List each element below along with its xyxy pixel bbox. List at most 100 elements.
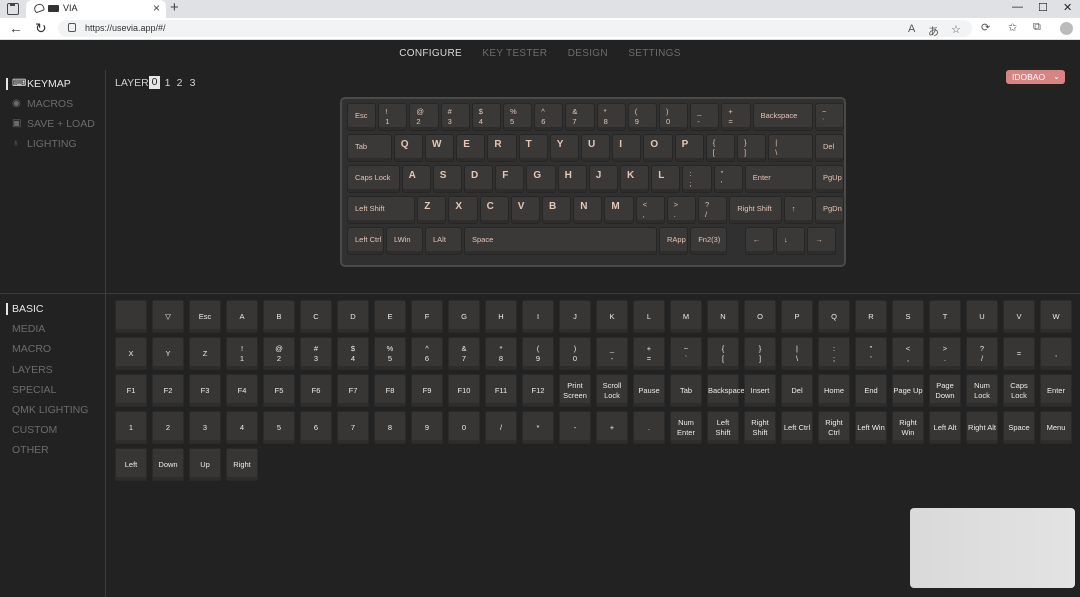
key-backspace[interactable]: Backspace bbox=[752, 103, 813, 131]
close-window-icon[interactable]: ✕ bbox=[1063, 1, 1072, 14]
key-enter[interactable]: Enter bbox=[744, 165, 813, 193]
keycode-4[interactable]: $4 bbox=[337, 337, 369, 370]
key-space[interactable]: Space bbox=[464, 227, 657, 255]
key-symbol[interactable]: ← bbox=[744, 227, 774, 255]
key-pgup[interactable]: PgUp bbox=[815, 165, 845, 193]
favorite-star-icon[interactable]: ☆ bbox=[951, 23, 961, 36]
keycode-k[interactable]: K bbox=[596, 300, 628, 333]
keycode-left-win[interactable]: Left Win bbox=[855, 411, 887, 444]
new-tab-icon[interactable]: + bbox=[170, 0, 179, 16]
key-rapp[interactable]: RApp bbox=[659, 227, 689, 255]
layer-2-button[interactable]: 2 bbox=[174, 77, 185, 90]
keycode-4[interactable]: 4 bbox=[226, 411, 258, 444]
keycode-right-shift[interactable]: Right Shift bbox=[744, 411, 776, 444]
keycode-r[interactable]: R bbox=[855, 300, 887, 333]
tab-configure[interactable]: CONFIGURE bbox=[399, 40, 462, 68]
keycode-m[interactable]: M bbox=[670, 300, 702, 333]
keycode-0[interactable]: 0 bbox=[448, 411, 480, 444]
close-tab-icon[interactable]: × bbox=[153, 1, 160, 15]
key-esc[interactable]: Esc bbox=[347, 103, 377, 131]
read-aloud-icon[interactable]: A bbox=[908, 23, 915, 35]
keycode-t[interactable]: T bbox=[929, 300, 961, 333]
keycode-x[interactable]: X bbox=[115, 337, 147, 370]
key-j[interactable]: J bbox=[588, 165, 618, 193]
keycode-esc[interactable]: Esc bbox=[189, 300, 221, 333]
keycode-3[interactable]: #3 bbox=[300, 337, 332, 370]
keycode-q[interactable]: Q bbox=[818, 300, 850, 333]
key-del[interactable]: Del bbox=[815, 134, 845, 162]
keycode-f11[interactable]: F11 bbox=[485, 374, 517, 407]
keycode-right-alt[interactable]: Right Alt bbox=[966, 411, 998, 444]
keycode-end[interactable]: End bbox=[855, 374, 887, 407]
keycode-h[interactable]: H bbox=[485, 300, 517, 333]
keycode-o[interactable]: O bbox=[744, 300, 776, 333]
keycode-left-shift[interactable]: Left Shift bbox=[707, 411, 739, 444]
key-8[interactable]: * 8 bbox=[596, 103, 626, 131]
key-2[interactable]: @2 bbox=[409, 103, 439, 131]
key-symbol[interactable]: ? / bbox=[698, 196, 728, 224]
key-d[interactable]: D bbox=[464, 165, 494, 193]
keycode-symbol[interactable]: _ - bbox=[596, 337, 628, 370]
key-r[interactable]: R bbox=[487, 134, 517, 162]
keycode-symbol[interactable]: ~ ` bbox=[670, 337, 702, 370]
key-symbol[interactable]: }] bbox=[737, 134, 767, 162]
keycode-f1[interactable]: F1 bbox=[115, 374, 147, 407]
keycode-u[interactable]: U bbox=[966, 300, 998, 333]
keycode-f5[interactable]: F5 bbox=[263, 374, 295, 407]
keyboard-select[interactable]: IDOBAO ⌄ bbox=[1006, 70, 1065, 84]
browser-tab[interactable]: VIA × bbox=[26, 0, 166, 18]
url-text[interactable]: https://usevia.app/#/ bbox=[85, 23, 166, 33]
keycode-symbol[interactable]: :; bbox=[818, 337, 850, 370]
key-c[interactable]: C bbox=[479, 196, 509, 224]
keycode-0[interactable]: ) 0 bbox=[559, 337, 591, 370]
key-o[interactable]: O bbox=[643, 134, 673, 162]
keycode-f3[interactable]: F3 bbox=[189, 374, 221, 407]
keycode-6[interactable]: ^ 6 bbox=[411, 337, 443, 370]
keycode-5[interactable]: 5 bbox=[263, 411, 295, 444]
keycode-p[interactable]: P bbox=[781, 300, 813, 333]
collections-icon[interactable]: ⧉ bbox=[1033, 21, 1041, 34]
key-symbol[interactable]: ~ ` bbox=[815, 103, 845, 131]
key-i[interactable]: I bbox=[612, 134, 642, 162]
key-symbol[interactable]: _ - bbox=[690, 103, 720, 131]
keycode-e[interactable]: E bbox=[374, 300, 406, 333]
keycode-7[interactable]: & 7 bbox=[448, 337, 480, 370]
refresh-icon[interactable]: ↻ bbox=[35, 20, 47, 37]
keycode-8[interactable]: * 8 bbox=[485, 337, 517, 370]
keycode-symbol[interactable]: " ' bbox=[855, 337, 887, 370]
keycode-right-win[interactable]: Right Win bbox=[892, 411, 924, 444]
key-symbol[interactable]: :; bbox=[682, 165, 712, 193]
key-f[interactable]: F bbox=[495, 165, 525, 193]
key-l[interactable]: L bbox=[651, 165, 681, 193]
key-symbol[interactable]: {[ bbox=[705, 134, 735, 162]
keycode-space[interactable]: Space bbox=[1003, 411, 1035, 444]
key-1[interactable]: ! 1 bbox=[378, 103, 408, 131]
tab-design[interactable]: DESIGN bbox=[568, 40, 608, 68]
keycode-s[interactable]: S bbox=[892, 300, 924, 333]
keycode-symbol[interactable]: ▽ bbox=[152, 300, 184, 333]
keycode-backspace[interactable]: Backspace bbox=[707, 374, 745, 407]
key-x[interactable]: X bbox=[448, 196, 478, 224]
tab-settings[interactable]: SETTINGS bbox=[628, 40, 680, 68]
tab-actions-icon[interactable] bbox=[7, 3, 19, 15]
keycode-symbol[interactable]: , bbox=[1040, 337, 1072, 370]
keycode-z[interactable]: Z bbox=[189, 337, 221, 370]
keycode-blank[interactable] bbox=[115, 300, 147, 333]
key-e[interactable]: E bbox=[456, 134, 486, 162]
keycode-j[interactable]: J bbox=[559, 300, 591, 333]
keycode-l[interactable]: L bbox=[633, 300, 665, 333]
keycode-9[interactable]: 9 bbox=[411, 411, 443, 444]
keycode-d[interactable]: D bbox=[337, 300, 369, 333]
key-t[interactable]: T bbox=[518, 134, 548, 162]
keycode-f7[interactable]: F7 bbox=[337, 374, 369, 407]
key-s[interactable]: S bbox=[432, 165, 462, 193]
key-b[interactable]: B bbox=[542, 196, 572, 224]
key-p[interactable]: P bbox=[674, 134, 704, 162]
extensions-icon[interactable]: ⟳ bbox=[981, 21, 990, 34]
keycode-menu[interactable]: Menu bbox=[1040, 411, 1072, 444]
keycode-page-down[interactable]: Page Down bbox=[929, 374, 961, 407]
keycode-enter[interactable]: Enter bbox=[1040, 374, 1072, 407]
keycode-f10[interactable]: F10 bbox=[448, 374, 480, 407]
favorites-icon[interactable]: ✩ bbox=[1008, 21, 1017, 34]
maximize-icon[interactable]: ☐ bbox=[1038, 1, 1048, 14]
